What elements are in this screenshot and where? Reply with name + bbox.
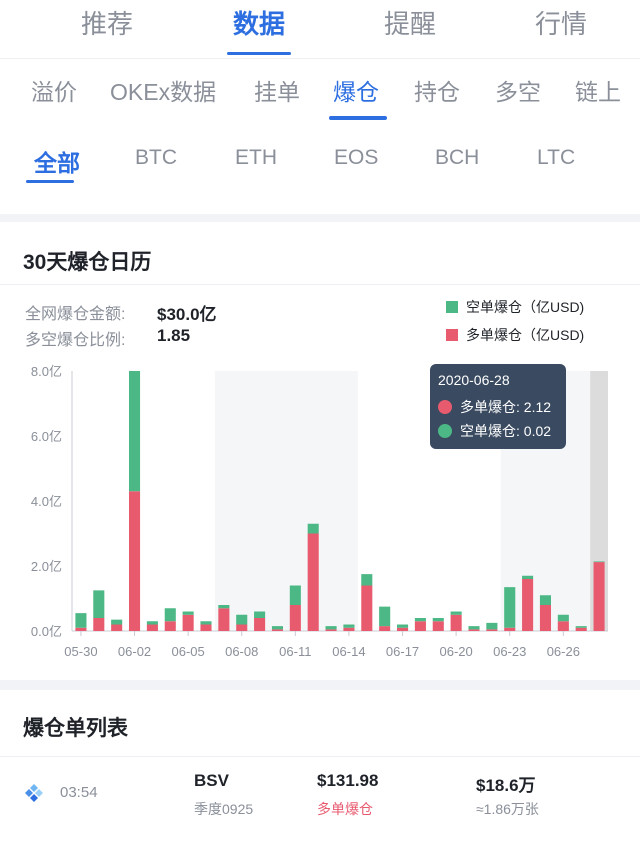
long-bar — [307, 533, 319, 631]
long-bar — [146, 624, 158, 631]
tooltip-short-text: 空单爆仓: 0.02 — [460, 423, 552, 439]
short-bar — [575, 626, 587, 628]
x-tick-label: 06-26 — [547, 644, 580, 659]
long-bar — [289, 605, 301, 631]
x-tick-label: 06-23 — [493, 644, 526, 659]
short-bar — [396, 624, 409, 628]
long-bar — [557, 621, 569, 631]
long-bar — [414, 621, 426, 631]
y-tick-label: 0.0亿 — [31, 624, 62, 639]
tooltip-date: 2020-06-28 — [438, 372, 510, 388]
short-bar — [539, 595, 552, 605]
liquidation-bar-chart[interactable]: 0.0亿 2.0亿 4.0亿 6.0亿 8.0亿 05-30 06-02 06-05 06-08… — [0, 0, 640, 680]
long-bar — [379, 626, 391, 631]
chart-tooltip: 2020-06-28 多单爆仓: 2.12 空单爆仓: 0.02 — [430, 364, 566, 449]
tooltip-short-row: 空单爆仓: 0.02 — [438, 421, 551, 441]
short-bar — [593, 561, 605, 563]
tooltip-long-row: 多单爆仓: 2.12 — [438, 397, 551, 417]
x-tick-label: 06-14 — [332, 644, 365, 659]
short-bar — [164, 608, 176, 622]
long-bar — [164, 621, 176, 631]
row-quantity: ≈1.86万张 — [476, 801, 539, 817]
long-bar — [432, 621, 444, 631]
row-amount: $18.6万 — [476, 776, 536, 795]
list-item[interactable]: 03:54 BSV 季度0925 $131.98 多单爆仓 $18.6万 ≈1.… — [0, 756, 640, 841]
long-bar — [93, 618, 105, 631]
long-bar — [343, 627, 355, 631]
long-bar — [325, 629, 337, 631]
long-bar — [486, 629, 498, 631]
short-bar — [254, 611, 266, 618]
short-bar — [325, 626, 337, 630]
long-bar — [504, 627, 516, 631]
liquidation-list-card: 爆仓单列表 03:54 BSV 季度0925 $131.98 多单爆仓 $18.… — [0, 690, 640, 841]
x-tick-label: 06-08 — [225, 644, 258, 659]
short-bar — [379, 606, 391, 627]
long-bar — [182, 614, 194, 631]
short-bar — [414, 618, 426, 622]
x-tick-label: 06-17 — [386, 644, 419, 659]
x-tick-label: 06-02 — [118, 644, 151, 659]
short-bar — [271, 626, 284, 630]
x-tick-label: 06-05 — [172, 644, 205, 659]
short-bar — [75, 613, 87, 628]
short-bar — [146, 621, 158, 625]
short-bar — [468, 626, 480, 630]
row-contract: 季度0925 — [194, 801, 254, 817]
short-bar — [432, 618, 444, 622]
short-bar — [307, 523, 319, 534]
tooltip-long-text: 多单爆仓: 2.12 — [460, 399, 552, 415]
long-bar — [539, 605, 552, 631]
short-bar — [504, 587, 516, 628]
short-bar — [522, 575, 534, 579]
long-bar — [236, 624, 248, 631]
tooltip-long-dot — [438, 400, 452, 414]
short-bar — [236, 614, 248, 625]
row-time: 03:54 — [60, 784, 98, 801]
row-price: $131.98 — [317, 771, 379, 790]
short-bar — [200, 621, 212, 625]
bsv-coin-icon — [25, 784, 43, 802]
long-bar — [575, 627, 587, 631]
short-bar — [486, 622, 498, 630]
short-bar — [343, 624, 355, 628]
long-bar — [450, 614, 462, 631]
x-tick-label: 06-20 — [440, 644, 473, 659]
short-bar — [111, 619, 123, 625]
y-tick-label: 4.0亿 — [31, 494, 62, 509]
x-tick-label: 06-11 — [279, 644, 311, 659]
long-bar — [218, 608, 230, 631]
long-bar — [111, 624, 123, 631]
short-bar — [450, 611, 462, 615]
long-bar — [361, 585, 373, 631]
long-bar — [254, 618, 266, 631]
row-side: 多单爆仓 — [317, 801, 373, 817]
short-bar — [128, 371, 141, 492]
long-bar — [593, 562, 605, 631]
tooltip-short-dot — [438, 424, 452, 438]
short-bar — [289, 585, 301, 605]
short-bar — [182, 611, 194, 615]
long-bar — [468, 629, 480, 631]
y-tick-label: 2.0亿 — [31, 559, 62, 574]
y-tick-label: 6.0亿 — [31, 429, 62, 444]
short-bar — [218, 605, 230, 609]
short-bar — [93, 590, 105, 618]
row-symbol: BSV — [194, 771, 229, 790]
y-tick-label: 8.0亿 — [31, 364, 62, 379]
x-tick-label: 05-30 — [64, 644, 97, 659]
long-bar — [128, 491, 141, 631]
long-bar — [522, 579, 534, 631]
long-bar — [396, 627, 409, 631]
list-title: 爆仓单列表 — [23, 717, 128, 740]
long-bar — [271, 629, 284, 631]
short-bar — [557, 614, 569, 622]
chart-band — [214, 371, 358, 631]
long-bar — [200, 624, 212, 631]
short-bar — [361, 574, 373, 586]
long-bar — [75, 627, 87, 631]
